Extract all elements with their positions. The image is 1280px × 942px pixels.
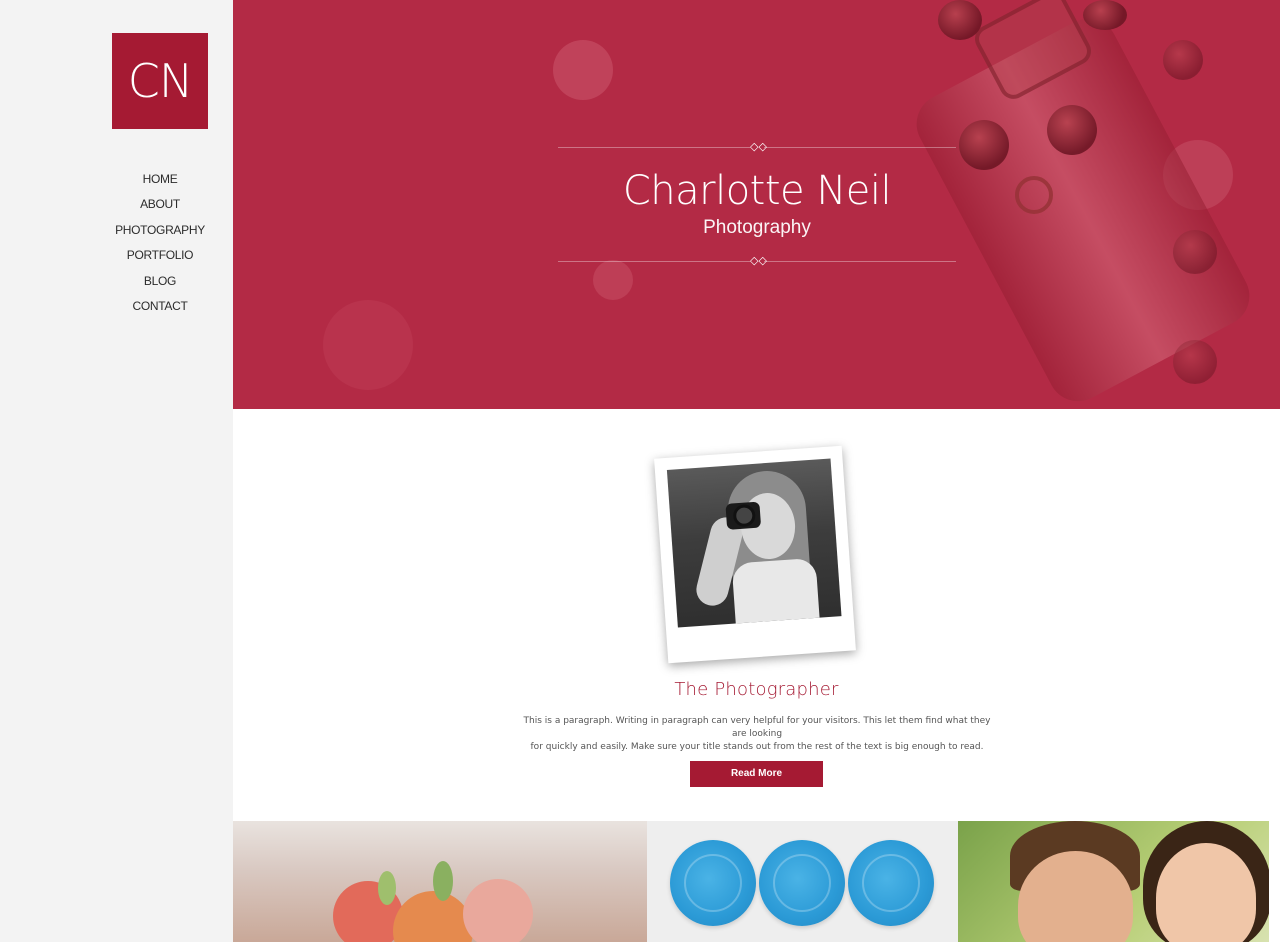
bead (1173, 340, 1217, 384)
photographer-polaroid (654, 445, 856, 664)
nav-item-photography[interactable]: PHOTOGRAPHY (100, 221, 220, 246)
leaf (378, 871, 396, 905)
logo[interactable]: CN (112, 33, 208, 129)
sidebar: CN HOME ABOUT PHOTOGRAPHY PORTFOLIO BLOG… (0, 0, 233, 942)
hero-title: Charlotte Neil (622, 168, 892, 214)
flower (463, 879, 533, 942)
blue-cap (670, 840, 756, 926)
gallery-tile-couple[interactable] (958, 821, 1269, 942)
bokeh-light (553, 40, 613, 100)
bokeh-light (323, 300, 413, 390)
bokeh-light (593, 260, 633, 300)
nav-item-about[interactable]: ABOUT (100, 195, 220, 220)
section-title: The Photographer (674, 679, 839, 700)
blue-cap (759, 840, 845, 926)
about-paragraph: This is a paragraph. Writing in paragrap… (520, 715, 994, 754)
photo-dress (731, 557, 821, 628)
flower (393, 891, 473, 942)
bead (1083, 0, 1127, 30)
paragraph-line: This is a paragraph. Writing in paragrap… (523, 716, 991, 739)
hero-subtitle: Photography (703, 217, 811, 238)
leaf (433, 861, 453, 901)
nav-item-portfolio[interactable]: PORTFOLIO (100, 246, 220, 271)
gallery-tile-caps[interactable] (647, 821, 958, 942)
nav-item-home[interactable]: HOME (100, 170, 220, 195)
main-nav: HOME ABOUT PHOTOGRAPHY PORTFOLIO BLOG CO… (100, 170, 220, 322)
double-diamond-icon: ◇◇ (750, 141, 767, 153)
nav-item-contact[interactable]: CONTACT (100, 297, 220, 322)
bead (1173, 230, 1217, 274)
woman-face (1156, 843, 1256, 942)
double-diamond-icon: ◇◇ (750, 255, 767, 267)
read-more-button[interactable]: Read More (690, 761, 823, 787)
bead (959, 120, 1009, 170)
bead (938, 0, 982, 40)
gallery-tile-flowers[interactable] (233, 821, 647, 942)
bead (1163, 40, 1203, 80)
hero-banner: ◇◇ Charlotte Neil Photography ◇◇ (233, 0, 1280, 409)
nav-item-blog[interactable]: BLOG (100, 272, 220, 297)
photographer-photo (666, 458, 842, 628)
paragraph-line: for quickly and easily. Make sure your t… (530, 742, 984, 752)
bead (1047, 105, 1097, 155)
blue-cap (848, 840, 934, 926)
